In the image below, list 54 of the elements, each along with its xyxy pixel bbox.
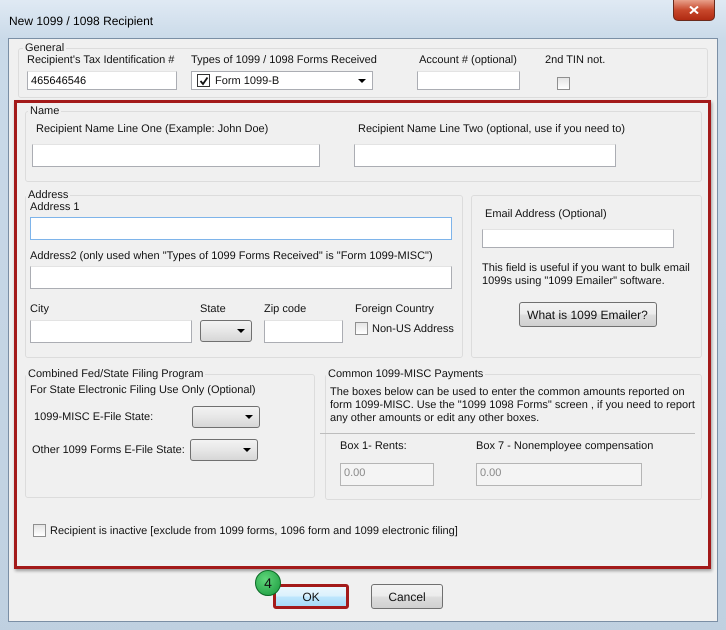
- state-dropdown[interactable]: [200, 320, 252, 342]
- group-title: Combined Fed/State Filing Program: [27, 368, 204, 380]
- group-title: General: [24, 42, 66, 54]
- checkbox[interactable]: [557, 77, 570, 90]
- field-label: Zip code: [264, 303, 308, 315]
- tin-field[interactable]: 465646546: [27, 71, 177, 90]
- account-field[interactable]: [416, 71, 520, 90]
- caret-icon: [243, 448, 251, 452]
- group-title: Address: [27, 189, 70, 201]
- name-field[interactable]: [32, 144, 320, 167]
- close-button[interactable]: [673, 0, 715, 21]
- field-label: Address2 (only used when "Types of 1099 Forms Received" is "Form 1099-MISC"): [30, 250, 434, 262]
- form-type-dropdown[interactable]: Form 1099-B: [191, 71, 373, 90]
- caret-icon: [245, 415, 253, 419]
- name-field[interactable]: [354, 144, 616, 167]
- field-label: Box 7 - Nonemployee compensation: [476, 440, 654, 452]
- checkbox-label: Non-US Address: [372, 322, 454, 334]
- state-dropdown[interactable]: [190, 439, 258, 461]
- caret-icon: [358, 78, 366, 82]
- zip-field[interactable]: [264, 320, 343, 343]
- city-field[interactable]: [30, 320, 192, 343]
- step-badge: 4: [255, 570, 281, 596]
- address-field[interactable]: [30, 217, 452, 240]
- checkbox[interactable]: [33, 524, 46, 537]
- field-label: Recipient Name Line One (Example: John Doe): [35, 123, 270, 135]
- field-label: Recipient Name Line Two (optional, use if you need to): [357, 123, 626, 135]
- cancel-button[interactable]: Cancel: [371, 584, 443, 609]
- group-title: Common 1099-MISC Payments: [327, 368, 484, 380]
- field-label: Address 1: [30, 201, 81, 213]
- checkbox-label: Recipient is inactive [exclude from 1099 forms, 1096 form and 1099 electronic filing]: [50, 524, 458, 536]
- help-text: For State Electronic Filing Use Only (Optional): [30, 384, 257, 396]
- field-label: 2nd TIN not.: [545, 54, 606, 66]
- checkbox[interactable]: [197, 74, 210, 87]
- field-label: Account # (optional): [419, 54, 517, 66]
- field-label: Recipient's Tax Identification #: [27, 54, 176, 66]
- close-icon: [689, 6, 699, 14]
- help-text: This field is useful if you want to bulk email 1099s using "1099 Emailer" software.: [482, 262, 691, 288]
- field-label: Other 1099 Forms E-File State:: [31, 444, 186, 456]
- field-label: Box 1- Rents:: [340, 440, 408, 452]
- help-text: The boxes below can be used to enter the common amounts reported on form 1099-MISC. Use the "1099 1098 Forms" screen , if you need to report any other amounts or edit any other boxes.: [330, 386, 695, 425]
- field-label: Foreign Country: [355, 303, 435, 315]
- field-label: 1099-MISC E-File State:: [33, 411, 154, 423]
- email-field[interactable]: [482, 229, 674, 248]
- field-label: Email Address (Optional): [485, 208, 608, 220]
- field-label: Types of 1099 / 1098 Forms Received: [191, 54, 378, 66]
- ok-button[interactable]: OK: [273, 584, 349, 609]
- state-dropdown[interactable]: [192, 406, 260, 428]
- field-label: State: [200, 303, 227, 315]
- checkbox[interactable]: [355, 322, 368, 335]
- caret-icon: [237, 329, 245, 333]
- group-title: Name: [29, 105, 60, 117]
- field-label: City: [30, 303, 50, 315]
- window-title: New 1099 / 1098 Recipient: [9, 14, 154, 28]
- emailer-info-button[interactable]: What is 1099 Emailer?: [518, 302, 656, 327]
